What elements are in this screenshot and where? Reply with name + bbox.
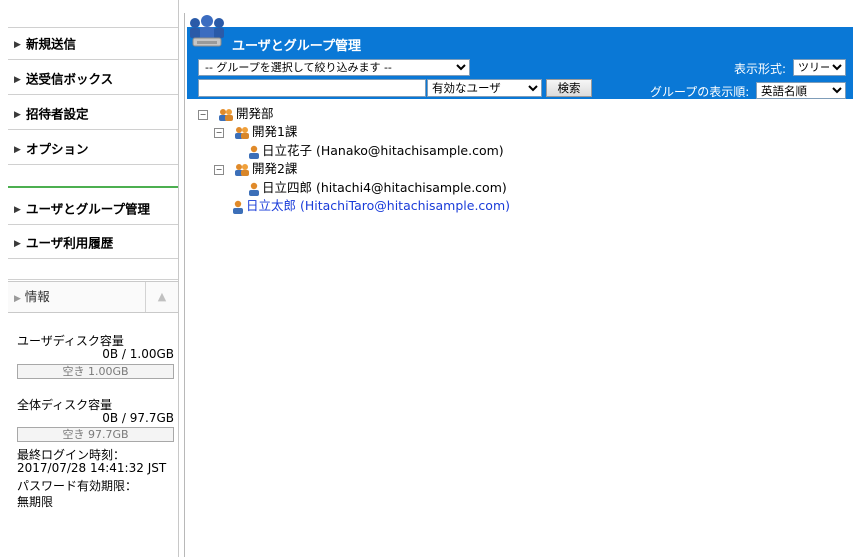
triangle-right-icon: ▶ bbox=[14, 74, 21, 85]
user-entry[interactable]: 日立四郎 (hitachi4@hitachisample.com) bbox=[262, 180, 507, 195]
triangle-right-icon: ▶ bbox=[14, 238, 21, 249]
user-entry-link[interactable]: 日立太郎 (HitachiTaro@hitachisample.com) bbox=[246, 198, 510, 213]
sidebar-item-label: オプション bbox=[26, 141, 89, 157]
search-button[interactable]: 検索 bbox=[546, 79, 592, 97]
section-divider bbox=[8, 166, 178, 188]
display-format-label: 表示形式: bbox=[734, 62, 787, 76]
group-order-select[interactable]: 英語名順 bbox=[756, 82, 846, 99]
group-order-label: グループの表示順: bbox=[650, 85, 750, 99]
user-status-select[interactable]: 有効なユーザ bbox=[427, 79, 542, 97]
last-login-value: 2017/07/28 14:41:32 JST bbox=[17, 461, 167, 475]
sidebar-item-label: 招待者設定 bbox=[26, 106, 89, 122]
sidebar-item-user-history[interactable]: ▶ ユーザ利用履歴 bbox=[8, 227, 178, 259]
sidebar-item-label: ユーザ利用履歴 bbox=[26, 235, 114, 251]
display-format-select[interactable]: ツリー bbox=[793, 59, 846, 76]
user-icon bbox=[249, 182, 259, 196]
tree-row-user: 日立四郎 (hitachi4@hitachisample.com) bbox=[248, 179, 507, 196]
sidebar-item-new-send[interactable]: ▶ 新規送信 bbox=[8, 28, 178, 60]
user-entry[interactable]: 日立花子 (Hanako@hitachisample.com) bbox=[262, 143, 504, 158]
info-panel-title: 情報 bbox=[24, 289, 50, 304]
group-filter-select[interactable]: -- グループを選択して絞り込みます -- bbox=[198, 59, 470, 76]
page-title: ユーザとグループ管理 bbox=[232, 39, 361, 54]
tree-row-group: − 開発1課 bbox=[214, 123, 297, 140]
sidebar-item-mailbox[interactable]: ▶ 送受信ボックス bbox=[8, 63, 178, 95]
group-icon bbox=[218, 108, 233, 121]
password-expiry-label: パスワード有効期限： bbox=[17, 479, 138, 493]
group-icon bbox=[234, 163, 249, 176]
sidebar-item-label: ユーザとグループ管理 bbox=[26, 201, 151, 217]
user-disk-usage: 0B / 1.00GB bbox=[102, 347, 174, 361]
sidebar: ▶ 新規送信 ▶ 送受信ボックス ▶ 招待者設定 ▶ オプション ▶ ユーザとグループ管理… bbox=[0, 0, 179, 557]
collapse-toggle-icon[interactable]: − bbox=[214, 164, 224, 175]
collapse-toggle-icon[interactable]: − bbox=[214, 127, 224, 138]
password-expiry-value: 無期限 bbox=[17, 495, 54, 509]
sidebar-item-label: 新規送信 bbox=[26, 36, 77, 52]
triangle-right-icon: ▶ bbox=[14, 109, 21, 120]
sidebar-item-user-group-management[interactable]: ▶ ユーザとグループ管理 bbox=[8, 193, 178, 225]
group-name[interactable]: 開発1課 bbox=[252, 124, 297, 139]
tree-row-group: − 開発部 bbox=[198, 105, 274, 122]
total-disk-free-bar: 空き 97.7GB bbox=[17, 427, 174, 442]
collapse-up-icon[interactable]: ▲ bbox=[145, 282, 178, 312]
user-icon bbox=[233, 200, 243, 214]
triangle-right-icon: ▶ bbox=[14, 294, 21, 304]
sidebar-item-options[interactable]: ▶ オプション bbox=[8, 133, 178, 165]
info-panel-header: ▶ 情報 ▲ bbox=[8, 281, 178, 313]
triangle-right-icon: ▶ bbox=[14, 144, 21, 155]
user-icon bbox=[249, 145, 259, 159]
tree-row-group: − 開発2課 bbox=[214, 160, 297, 177]
triangle-right-icon: ▶ bbox=[14, 39, 21, 50]
collapse-toggle-icon[interactable]: − bbox=[198, 109, 208, 120]
user-group-icon bbox=[190, 15, 224, 47]
user-disk-free-bar: 空き 1.00GB bbox=[17, 364, 174, 379]
triangle-right-icon: ▶ bbox=[14, 204, 21, 215]
group-name[interactable]: 開発2課 bbox=[252, 161, 297, 176]
tree-row-user: 日立花子 (Hanako@hitachisample.com) bbox=[248, 142, 504, 159]
total-disk-usage: 0B / 97.7GB bbox=[102, 411, 174, 425]
tree-row-user: 日立太郎 (HitachiTaro@hitachisample.com) bbox=[232, 197, 510, 214]
sidebar-item-invitee-settings[interactable]: ▶ 招待者設定 bbox=[8, 98, 178, 130]
group-icon bbox=[234, 126, 249, 139]
group-name[interactable]: 開発部 bbox=[236, 106, 274, 121]
search-input[interactable] bbox=[198, 79, 426, 97]
sidebar-item-label: 送受信ボックス bbox=[26, 71, 114, 87]
